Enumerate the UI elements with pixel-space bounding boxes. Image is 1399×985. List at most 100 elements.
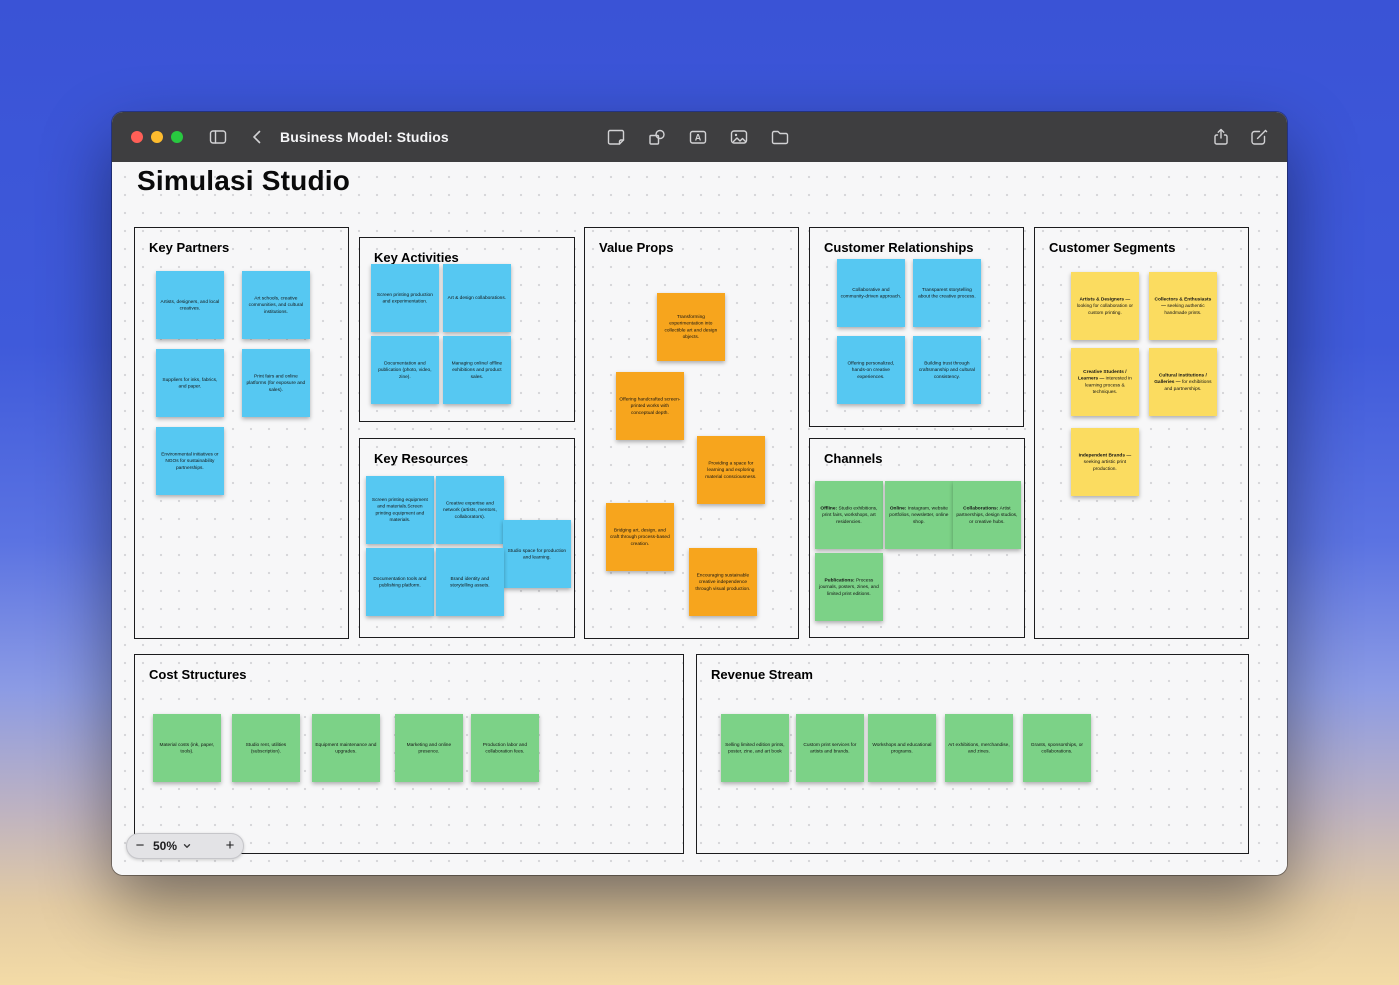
sticky-note[interactable]: Suppliers for inks, fabrics, and paper. (156, 349, 224, 417)
sticky-note-text: Art & design collaborations. (447, 295, 507, 301)
sticky-note[interactable]: Encouraging sustainable creative indepen… (689, 548, 757, 616)
sticky-note[interactable]: Offering handcrafted screen-printed work… (616, 372, 684, 440)
sticky-note-text: Transforming experimentation into collec… (664, 314, 718, 340)
zoom-control: − 50% + (126, 833, 244, 859)
sticky-note-body: seeking authentic handmade prints. (1164, 303, 1205, 316)
sticky-note[interactable]: Online: Instagram, website portfolios, n… (885, 481, 953, 549)
sticky-note-text: Bridging art, design, and craft through … (610, 527, 670, 547)
sticky-note-text: Offering personalized, hands-on creative… (847, 360, 895, 380)
sticky-note-text: Suppliers for inks, fabrics, and paper. (162, 376, 218, 389)
sticky-note[interactable]: Environmental initiatives or NGOs for su… (156, 427, 224, 495)
sticky-note-text: Marketing and online presence. (406, 741, 452, 754)
minimize-window-button[interactable] (151, 131, 163, 143)
window-controls (131, 131, 183, 143)
sticky-note-text: Collectors & Enthusiasts — seeking authe… (1152, 296, 1214, 316)
section-title: Customer Relationships (824, 240, 974, 255)
sticky-note[interactable]: Production labor and collaboration fees. (471, 714, 539, 782)
sticky-note-text: Creative Students / Learners — intereste… (1074, 369, 1136, 396)
sticky-note-text: Brand identity and storytelling assets. (450, 575, 490, 588)
sticky-note-text: Screen printing equipment and materials.… (372, 497, 428, 523)
sticky-note-lead: Offline: (820, 505, 839, 511)
sticky-note[interactable]: Building trust through craftsmanship and… (913, 336, 981, 404)
sticky-note-text: Studio space for production and learning… (507, 547, 567, 560)
sticky-note-text: Screen printing production and experimen… (377, 291, 433, 304)
sticky-note-text: Creative expertise and network (artists,… (443, 500, 497, 520)
sticky-note-lead: Online: (889, 505, 908, 511)
section-title: Key Resources (374, 451, 468, 466)
sticky-note[interactable]: Screen printing equipment and materials.… (366, 476, 434, 544)
sticky-note[interactable]: Collaborations: Artist partnerships, des… (953, 481, 1021, 549)
sticky-note[interactable]: Selling limited edition prints, poster, … (721, 714, 789, 782)
share-icon[interactable] (1211, 127, 1231, 147)
titlebar: Business Model: Studios A (112, 112, 1287, 163)
sticky-note[interactable]: Cultural Institutions / Galleries — for … (1149, 348, 1217, 416)
sticky-note[interactable]: Collaborative and community-driven appro… (837, 259, 905, 327)
sticky-note-text: Collaborative and community-driven appro… (840, 286, 902, 299)
text-box-tool-icon[interactable]: A (688, 127, 708, 147)
sticky-note[interactable]: Documentation tools and publishing platf… (366, 548, 434, 616)
sticky-note-text: Equipment maintenance and upgrades. (315, 741, 377, 754)
desktop-wallpaper: Business Model: Studios A Simulasi Studi… (0, 0, 1399, 985)
sticky-note-lead: Artists & Designers — (1079, 296, 1131, 302)
sticky-note[interactable]: Artists, designers, and local creatives. (156, 271, 224, 339)
sticky-note[interactable]: Studio rent, utilities (subscription). (232, 714, 300, 782)
sticky-note-text: Transparent storytelling about the creat… (918, 286, 976, 299)
sticky-note[interactable]: Publications: Process journals, posters,… (815, 553, 883, 621)
sticky-note[interactable]: Transforming experimentation into collec… (657, 293, 725, 361)
close-window-button[interactable] (131, 131, 143, 143)
sticky-note[interactable]: Art exhibitions, merchandise, and zines. (945, 714, 1013, 782)
sticky-note[interactable]: Art schools, creative communities, and c… (242, 271, 310, 339)
zoom-in-button[interactable]: + (217, 834, 243, 858)
sticky-note-text: Custom print services for artists and br… (803, 741, 857, 754)
section-title: Key Partners (149, 240, 230, 255)
sticky-note[interactable]: Workshops and educational programs. (868, 714, 936, 782)
sticky-note-text: Production labor and collaboration fees. (482, 741, 528, 754)
sticky-note[interactable]: Transparent storytelling about the creat… (913, 259, 981, 327)
sticky-note[interactable]: Documentation and publication (photo, vi… (371, 336, 439, 404)
sticky-note-text: Print fairs and online platforms (for ex… (246, 373, 306, 393)
sticky-note[interactable]: Artists & Designers — looking for collab… (1071, 272, 1139, 340)
board-canvas[interactable]: Simulasi Studio Key Partners Key Activit… (112, 162, 1287, 875)
sticky-note-text: Art exhibitions, merchandise, and zines. (948, 741, 1010, 754)
section-title: Key Activities (374, 250, 459, 265)
sticky-note[interactable]: Independent Brands — seeking artistic pr… (1071, 428, 1139, 496)
sticky-note[interactable]: Grants, sponsorships, or collaborations. (1023, 714, 1091, 782)
sticky-note-text: Artists, designers, and local creatives. (160, 298, 220, 311)
board-title[interactable]: Simulasi Studio (137, 165, 350, 197)
sticky-note-text: Cultural Institutions / Galleries — for … (1152, 372, 1214, 392)
sticky-note[interactable]: Custom print services for artists and br… (796, 714, 864, 782)
zoom-menu-chevron-icon[interactable] (179, 841, 195, 851)
sticky-note[interactable]: Offering personalized, hands-on creative… (837, 336, 905, 404)
sticky-note[interactable]: Providing a space for learning and explo… (697, 436, 765, 504)
sticky-note-text: Material costs (ink, paper, tools). (159, 741, 215, 754)
insert-folder-tool-icon[interactable] (770, 127, 790, 147)
new-board-compose-icon[interactable] (1249, 127, 1269, 147)
sticky-note[interactable]: Creative expertise and network (artists,… (436, 476, 504, 544)
sticky-note[interactable]: Art & design collaborations. (443, 264, 511, 332)
section-title: Value Props (599, 240, 674, 255)
sticky-note[interactable]: Creative Students / Learners — intereste… (1071, 348, 1139, 416)
sticky-note[interactable]: Print fairs and online platforms (for ex… (242, 349, 310, 417)
sticky-note[interactable]: Collectors & Enthusiasts — seeking authe… (1149, 272, 1217, 340)
shapes-tool-icon[interactable] (647, 127, 667, 147)
sticky-note[interactable]: Managing online/ offline exhibitions and… (443, 336, 511, 404)
sticky-note[interactable]: Brand identity and storytelling assets. (436, 548, 504, 616)
back-chevron-icon[interactable] (248, 127, 268, 147)
zoom-window-button[interactable] (171, 131, 183, 143)
zoom-level: 50% (153, 839, 178, 853)
sticky-note-text: Art schools, creative communities, and c… (248, 295, 304, 315)
sticky-note-text: Collaborations: Artist partnerships, des… (956, 505, 1018, 525)
sticky-note-text: Independent Brands — seeking artistic pr… (1074, 452, 1136, 472)
sticky-note[interactable]: Equipment maintenance and upgrades. (312, 714, 380, 782)
sticky-note[interactable]: Screen printing production and experimen… (371, 264, 439, 332)
sidebar-toggle-icon[interactable] (208, 127, 228, 147)
sticky-note-tool-icon[interactable] (606, 127, 626, 147)
sticky-note[interactable]: Bridging art, design, and craft through … (606, 503, 674, 571)
sticky-note[interactable]: Marketing and online presence. (395, 714, 463, 782)
sticky-note-lead: Publications: (824, 577, 857, 583)
sticky-note[interactable]: Studio space for production and learning… (503, 520, 571, 588)
media-tool-icon[interactable] (729, 127, 749, 147)
sticky-note[interactable]: Offline: Studio exhibitions, print fairs… (815, 481, 883, 549)
zoom-out-button[interactable]: − (127, 834, 153, 858)
sticky-note[interactable]: Material costs (ink, paper, tools). (153, 714, 221, 782)
